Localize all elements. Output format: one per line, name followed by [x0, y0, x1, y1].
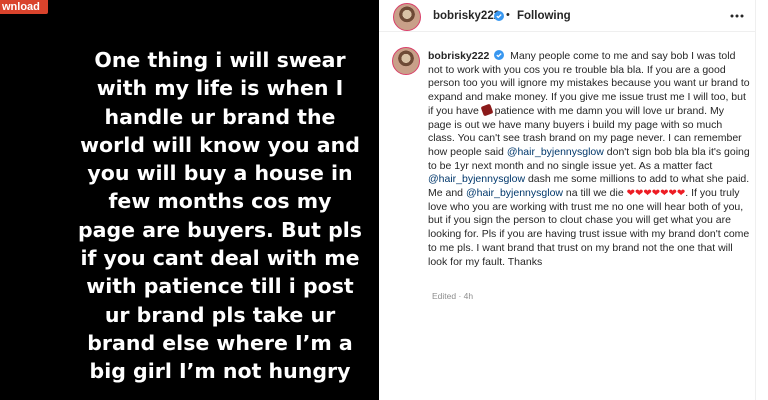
verified-badge-icon [494, 11, 504, 21]
avatar[interactable] [393, 3, 421, 31]
heart-emoji-icons: ❤❤❤❤❤❤❤ [626, 188, 686, 200]
post-details-panel: bobrisky222 • Following bobrisky222 Many… [379, 0, 768, 400]
story-image-panel: wnload One thing i will swear with my li… [0, 0, 379, 400]
edited-timestamp: Edited · 4h [432, 291, 474, 301]
post-header: bobrisky222 • Following [379, 0, 755, 32]
verified-badge-icon [494, 50, 505, 60]
following-button[interactable]: Following [517, 10, 571, 22]
caption-avatar[interactable] [392, 47, 420, 75]
panel-divider [755, 0, 756, 400]
download-badge[interactable]: wnload [0, 0, 48, 14]
mention-link[interactable]: @hair_byjennysglow [428, 173, 525, 185]
separator-dot: • [506, 9, 510, 21]
ellipsis-icon[interactable] [730, 14, 744, 18]
header-username[interactable]: bobrisky222 [433, 10, 500, 22]
post-caption: bobrisky222 Many people come to me and s… [428, 50, 750, 269]
caption-text-part: . If you truly love who you are working … [428, 187, 750, 268]
caption-text-part: na till we die [563, 187, 627, 200]
caption-username[interactable]: bobrisky222 [428, 50, 489, 62]
mention-link[interactable]: @hair_byjennysglow [466, 187, 563, 199]
story-text: One thing i will swear with my life is w… [77, 48, 363, 384]
mention-link[interactable]: @hair_byjennysglow [507, 146, 604, 158]
